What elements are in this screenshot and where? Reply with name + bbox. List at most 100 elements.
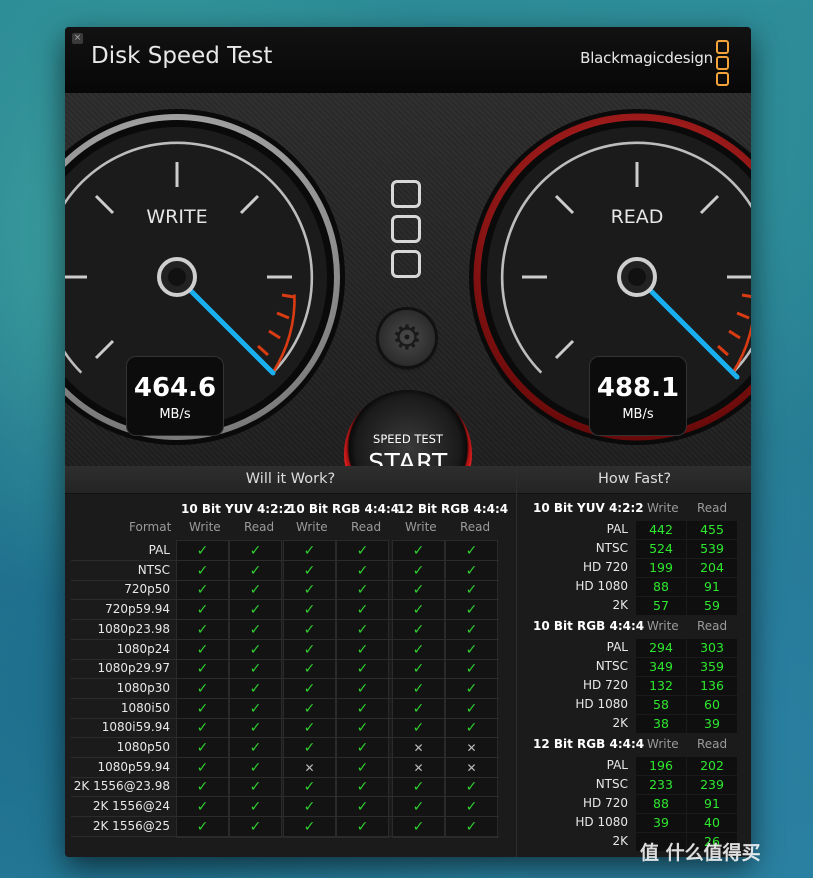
check-icon: ✓ [356, 621, 369, 638]
check-icon: ✓ [465, 582, 478, 599]
read-speed-value: 60 [687, 696, 737, 714]
check-icon: ✓ [303, 562, 316, 579]
write-speed-value: 58 [636, 696, 686, 714]
check-icon: ✓ [196, 720, 209, 737]
read-speed-value: 91 [687, 795, 737, 813]
how-fast-write-header: Write [647, 501, 679, 515]
format-column-header: Format [129, 520, 172, 534]
check-icon: ✓ [249, 562, 262, 579]
how-fast-section-header: 10 Bit RGB 4:4:4 [533, 619, 645, 633]
check-icon: ✓ [465, 818, 478, 835]
read-speed-value: 539 [687, 540, 737, 558]
write-speed-value: 524 [636, 540, 686, 558]
how-fast-row-label: 2K [612, 834, 628, 848]
check-icon: ✓ [303, 779, 316, 796]
how-fast-heading: How Fast? [517, 466, 751, 494]
check-icon: ✓ [412, 543, 425, 559]
write-speed-value: 88 [636, 795, 686, 813]
check-icon: ✓ [412, 680, 425, 697]
format-label: 1080i59.94 [101, 720, 170, 735]
format-label: 1080p30 [116, 680, 170, 695]
check-icon: ✓ [465, 799, 478, 816]
how-fast-read-header: Read [697, 619, 728, 633]
check-icon: ✓ [196, 621, 209, 638]
check-icon: ✓ [303, 543, 316, 559]
check-icon: ✓ [465, 543, 478, 559]
cross-icon: ✕ [304, 760, 315, 775]
write-speed-value: 88 [636, 578, 686, 596]
format-label: 1080p24 [116, 641, 170, 656]
check-icon: ✓ [412, 799, 425, 816]
check-icon: ✓ [412, 661, 425, 678]
write-speed-value: 38 [636, 715, 686, 733]
check-icon: ✓ [196, 799, 209, 816]
read-speed-value: 455 [687, 521, 737, 539]
read-speed-value: 239 [687, 776, 737, 794]
check-icon: ✓ [465, 700, 478, 717]
read-speed-value: 91 [687, 578, 737, 596]
check-icon: ✓ [249, 602, 262, 619]
window-title: Disk Speed Test [91, 43, 273, 69]
check-icon: ✓ [356, 661, 369, 678]
blackmagic-logo-icon [391, 180, 421, 285]
start-button-line1: SPEED TEST [373, 432, 443, 446]
check-icon: ✓ [303, 641, 316, 658]
check-icon: ✓ [303, 661, 316, 678]
read-value: 488.1 [596, 373, 680, 403]
how-fast-row-label: PAL [606, 758, 628, 772]
check-icon: ✓ [196, 700, 209, 717]
cross-icon: ✕ [413, 741, 424, 755]
check-icon: ✓ [249, 799, 262, 816]
check-icon: ✓ [303, 680, 316, 697]
format-label: 1080p29.97 [97, 661, 170, 676]
how-fast-row-label: NTSC [595, 777, 628, 791]
write-readout: 464.6 MB/s [126, 356, 224, 436]
check-icon: ✓ [303, 799, 316, 816]
check-icon: ✓ [249, 680, 262, 697]
how-fast-panel: How Fast? 10 Bit YUV 4:2:2 Write Read PAL 44… [516, 466, 751, 857]
check-icon: ✓ [249, 700, 262, 717]
sub-header-read: Read [351, 520, 382, 534]
check-icon: ✓ [465, 720, 478, 737]
row-divider [71, 835, 499, 837]
watermark: 值 什么值得买 [640, 842, 761, 864]
check-icon: ✓ [412, 621, 425, 638]
write-unit: MB/s [159, 407, 191, 422]
check-icon: ✓ [356, 799, 369, 816]
check-icon: ✓ [303, 582, 316, 599]
check-icon: ✓ [249, 621, 262, 638]
cross-icon: ✕ [466, 760, 477, 775]
brand-logo-icon [716, 40, 729, 86]
format-label: PAL [148, 543, 170, 557]
check-icon: ✓ [412, 562, 425, 579]
read-readout: 488.1 MB/s [589, 356, 687, 436]
check-icon: ✓ [356, 641, 369, 658]
check-icon: ✓ [412, 720, 425, 737]
read-speed-value: 359 [687, 658, 737, 676]
format-label: 1080p23.98 [97, 621, 170, 636]
check-icon: ✓ [249, 740, 262, 756]
check-icon: ✓ [196, 562, 209, 579]
format-label: 720p59.94 [105, 602, 170, 617]
sub-header-write: Write [296, 520, 328, 534]
check-icon: ✓ [196, 543, 209, 559]
check-icon: ✓ [196, 602, 209, 619]
format-label: 2K 1556@23.98 [73, 779, 170, 794]
check-icon: ✓ [356, 680, 369, 697]
how-fast-row-label: PAL [606, 522, 628, 536]
close-icon[interactable]: × [72, 33, 83, 44]
check-icon: ✓ [356, 543, 369, 559]
check-icon: ✓ [249, 720, 262, 737]
check-icon: ✓ [303, 621, 316, 638]
check-icon: ✓ [356, 700, 369, 717]
how-fast-row-label: HD 720 [583, 796, 628, 810]
sub-header-read: Read [460, 520, 491, 534]
how-fast-row-label: HD 1080 [575, 815, 628, 829]
check-icon: ✓ [356, 582, 369, 599]
group-header: 10 Bit YUV 4:2:2 [181, 502, 292, 516]
settings-gear-icon[interactable]: ⚙ [379, 310, 435, 366]
write-speed-value: 349 [636, 658, 686, 676]
cross-icon: ✕ [466, 741, 477, 755]
check-icon: ✓ [196, 779, 209, 796]
app-window: × Disk Speed Test Blackmagicdesign WRITE… [65, 27, 751, 857]
